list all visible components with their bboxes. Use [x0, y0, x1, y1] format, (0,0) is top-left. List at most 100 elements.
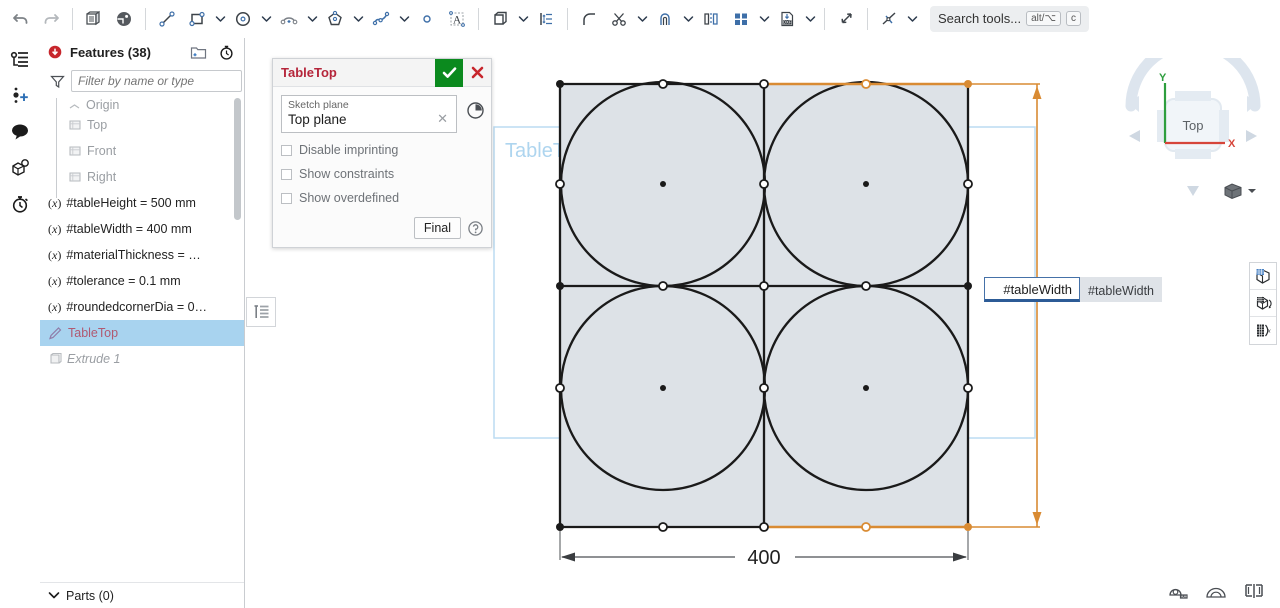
clear-x-icon[interactable]: ✕ [437, 111, 450, 127]
checkbox-box[interactable] [281, 168, 292, 180]
sketch-copy-icon[interactable] [79, 4, 109, 34]
sketch-tangent-point[interactable] [759, 179, 769, 189]
view-cube[interactable]: Top Y X [1113, 38, 1273, 198]
sketch-circle-center[interactable] [660, 181, 666, 187]
sketch-tool-list-icon[interactable] [246, 297, 276, 327]
use-dropdown-icon[interactable] [515, 4, 531, 34]
search-tools-box[interactable]: Search tools... alt/⌥ c [930, 5, 1089, 32]
tree-item-front-plane[interactable]: Front [40, 138, 244, 164]
features-filter-input[interactable] [71, 70, 242, 92]
tree-item-variable-tableheight[interactable]: (x) #tableHeight = 500 mm [40, 190, 244, 216]
sketch-tangent-point[interactable] [658, 281, 668, 291]
tree-item-right-plane[interactable]: Right [40, 164, 244, 190]
chevron-down-icon[interactable] [48, 591, 60, 600]
tree-item-top-plane[interactable]: Top [40, 112, 244, 138]
rectangle-icon[interactable] [182, 4, 212, 34]
dimension-autocomplete-suggestion[interactable]: #tableWidth [1080, 277, 1163, 302]
sketch-tangent-point[interactable] [963, 179, 973, 189]
protractor-icon[interactable] [1204, 580, 1228, 602]
part-info-icon[interactable] [4, 152, 36, 184]
measure-tape-icon[interactable] [1166, 580, 1190, 602]
linear-pattern-icon[interactable] [726, 4, 756, 34]
view-nav-down-arrow-icon[interactable] [1187, 186, 1199, 196]
sketch-tangent-point[interactable] [759, 79, 769, 89]
parts-section-header[interactable]: Parts (0) [40, 582, 244, 608]
redo-icon[interactable] [36, 4, 66, 34]
sketch-circle-center[interactable] [863, 385, 869, 391]
checkmark-icon[interactable] [435, 58, 463, 87]
circle-dropdown-icon[interactable] [258, 4, 274, 34]
sketch-tangent-point[interactable] [555, 383, 565, 393]
constraint-icon[interactable] [874, 4, 904, 34]
fillet-icon[interactable] [574, 4, 604, 34]
view-nav-right-arrow-icon[interactable] [1246, 130, 1257, 142]
mirror-icon[interactable] [696, 4, 726, 34]
sketch-tangent-point[interactable] [658, 79, 668, 89]
spline-icon[interactable] [366, 4, 396, 34]
text-icon[interactable]: A [442, 4, 472, 34]
trim-icon[interactable] [604, 4, 634, 34]
help-icon[interactable] [468, 220, 483, 236]
sketch-vertex-corner[interactable] [556, 523, 564, 531]
tree-item-variable-tolerance[interactable]: (x) #tolerance = 0.1 mm [40, 268, 244, 294]
offset-dropdown-icon[interactable] [680, 4, 696, 34]
circle-icon[interactable] [228, 4, 258, 34]
filter-icon[interactable] [50, 74, 65, 89]
transform-icon[interactable] [831, 4, 861, 34]
tree-item-origin[interactable]: Origin [40, 98, 244, 112]
vertical-dimension-active[interactable] [968, 83, 1042, 528]
measure-timer-icon[interactable] [216, 42, 236, 62]
sketch-tangent-point[interactable] [861, 79, 871, 89]
sketch-vertex-mid-right[interactable] [964, 282, 972, 290]
horizontal-dimension-400[interactable]: 400 [559, 531, 969, 569]
sketch-tangent-point[interactable] [555, 179, 565, 189]
close-icon[interactable] [463, 59, 491, 87]
final-button[interactable]: Final [413, 217, 461, 239]
sketch-tangent-point[interactable] [759, 281, 769, 291]
dimension-input[interactable]: #tableWidth [984, 277, 1080, 302]
feature-list-icon[interactable] [4, 44, 36, 76]
undo-icon[interactable] [6, 4, 36, 34]
use-project-icon[interactable] [485, 4, 515, 34]
sketch-tangent-point[interactable] [759, 522, 769, 532]
new-folder-icon[interactable] [188, 42, 208, 62]
sketch-plane-field[interactable]: Sketch plane Top plane ✕ [281, 95, 457, 133]
view-cube-dropdown-icon[interactable] [1222, 180, 1257, 202]
polygon-icon[interactable] [320, 4, 350, 34]
dxf-dropdown-icon[interactable] [802, 4, 818, 34]
point-icon[interactable] [412, 4, 442, 34]
sketch-circle-center[interactable] [863, 181, 869, 187]
checkbox-show-overdefined[interactable]: Show overdefined [281, 191, 483, 205]
rollback-icon[interactable] [48, 45, 62, 59]
sketch-circle-center[interactable] [660, 385, 666, 391]
pattern-dropdown-icon[interactable] [756, 4, 772, 34]
view-cube-top-edge[interactable] [1175, 91, 1211, 101]
line-icon[interactable] [152, 4, 182, 34]
comments-icon[interactable] [4, 116, 36, 148]
tree-item-variable-roundedcornerdia[interactable]: (x) #roundedcornerDia = 0… [40, 294, 244, 320]
dimension-icon[interactable] [531, 4, 561, 34]
appearance-icon[interactable] [109, 4, 139, 34]
tree-item-variable-materialthickness[interactable]: (x) #materialThickness = … [40, 242, 244, 268]
checkbox-box[interactable] [281, 192, 292, 204]
sketch-history-icon[interactable] [464, 99, 486, 121]
mesh-rotate-icon[interactable] [1250, 290, 1276, 317]
view-cube-bottom-edge[interactable] [1175, 149, 1211, 159]
spline-dropdown-icon[interactable] [396, 4, 412, 34]
appearance-grid-icon[interactable] [1250, 263, 1276, 290]
checkbox-show-constraints[interactable]: Show constraints [281, 167, 483, 181]
mesh-scale-icon[interactable]: x [1250, 317, 1276, 344]
mass-properties-icon[interactable] [1242, 580, 1266, 602]
trim-dropdown-icon[interactable] [634, 4, 650, 34]
constraint-dropdown-icon[interactable] [904, 4, 920, 34]
sketch-vertex-mid-left[interactable] [556, 282, 564, 290]
sketch-tangent-point[interactable] [861, 281, 871, 291]
checkbox-disable-imprinting[interactable]: Disable imprinting [281, 143, 483, 157]
sketch-tangent-point[interactable] [861, 522, 871, 532]
dxf-import-icon[interactable]: DXF [772, 4, 802, 34]
tree-item-sketch-tabletop[interactable]: TableTop [40, 320, 244, 346]
history-icon[interactable] [4, 188, 36, 220]
view-nav-left-arrow-icon[interactable] [1129, 130, 1140, 142]
sketch-tangent-point[interactable] [963, 383, 973, 393]
tree-item-variable-tablewidth[interactable]: (x) #tableWidth = 400 mm [40, 216, 244, 242]
